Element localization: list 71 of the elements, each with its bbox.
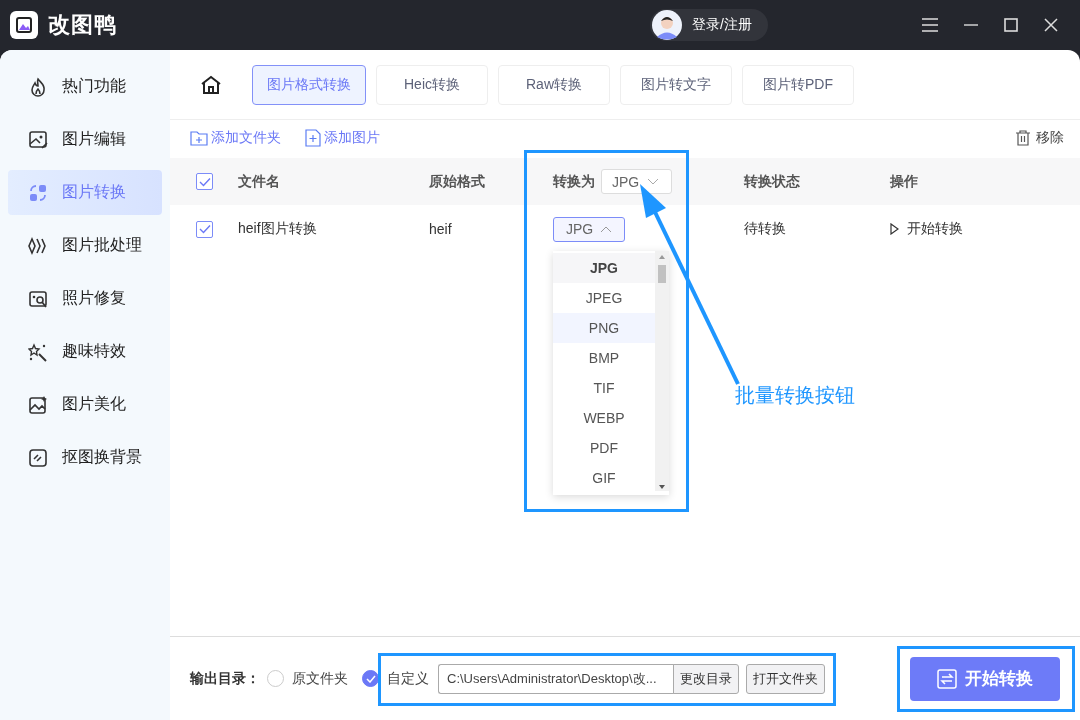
change-directory-button[interactable]: 更改目录 xyxy=(673,663,739,694)
path-field[interactable]: C:\Users\Administrator\Desktop\改... xyxy=(438,663,674,694)
tab[interactable]: 图片转PDF xyxy=(742,64,854,105)
dropdown-option[interactable]: TIF xyxy=(553,373,655,403)
column-header: 原始格式 xyxy=(429,172,486,191)
column-header: 文件名 xyxy=(238,172,281,191)
checkbox[interactable] xyxy=(196,220,213,238)
dropdown-option[interactable]: JPG xyxy=(553,253,655,283)
dropdown-option[interactable]: JPEG xyxy=(553,283,655,313)
sidebar-item[interactable]: 热门功能 xyxy=(8,64,162,109)
column-header: 转换状态 xyxy=(744,172,801,191)
add-image-button[interactable]: 添加图片 xyxy=(305,129,380,147)
format-select[interactable]: JPG xyxy=(553,216,625,242)
dropdown-option[interactable]: BMP xyxy=(553,343,655,373)
tab[interactable]: Raw转换 xyxy=(498,64,610,105)
trash-icon xyxy=(1016,130,1030,146)
sidebar-item[interactable]: 图片批处理 xyxy=(8,223,162,268)
check-icon xyxy=(365,674,376,683)
batch-format-select[interactable]: JPG xyxy=(601,169,672,194)
convert-icon xyxy=(28,182,48,203)
photo-repair-icon xyxy=(28,288,48,309)
image-edit-icon xyxy=(28,129,48,150)
chevron-down-icon xyxy=(647,178,659,185)
checkbox[interactable] xyxy=(196,173,213,190)
swap-icon xyxy=(937,668,957,689)
table-cell-text: 待转换 xyxy=(744,220,787,238)
tab[interactable]: 图片格式转换 xyxy=(252,64,366,105)
table-cell-text: heif图片转换 xyxy=(238,220,318,238)
dropdown-option[interactable]: WEBP xyxy=(553,403,655,433)
start-row-button[interactable]: 开始转换 xyxy=(890,220,963,238)
folder-plus-icon xyxy=(190,130,208,146)
tab[interactable]: Heic转换 xyxy=(376,64,488,105)
start-convert-button[interactable]: 开始转换 xyxy=(910,656,1060,701)
flame-icon xyxy=(28,76,48,97)
radio-label[interactable]: 原文件夹 xyxy=(292,669,348,688)
sidebar-item[interactable]: 抠图换背景 xyxy=(8,435,162,480)
file-plus-icon xyxy=(305,129,321,147)
sidebar-item[interactable]: 趣味特效 xyxy=(8,329,162,374)
sidebar-item[interactable]: 照片修复 xyxy=(8,276,162,321)
annotation-label: 批量转换按钮 xyxy=(735,383,855,408)
add-folder-button[interactable]: 添加文件夹 xyxy=(190,129,281,147)
magic-wand-icon xyxy=(28,341,48,362)
play-icon xyxy=(890,223,899,235)
tab[interactable]: 图片转文字 xyxy=(620,64,732,105)
dropdown-option[interactable]: PDF xyxy=(553,433,655,463)
avatar-icon xyxy=(652,10,682,40)
app-title: 改图鸭 xyxy=(48,11,117,39)
radio-label[interactable]: 自定义 xyxy=(387,669,429,688)
home-icon[interactable] xyxy=(200,74,222,95)
remove-button[interactable]: 移除 xyxy=(1016,129,1064,147)
menu-icon[interactable] xyxy=(922,18,938,32)
close-icon[interactable] xyxy=(1044,18,1058,32)
check-icon xyxy=(198,224,211,234)
layers-icon xyxy=(28,235,48,256)
dropdown-option[interactable]: GIF xyxy=(553,463,655,493)
image-sparkle-icon xyxy=(28,394,48,415)
dropdown-option[interactable]: PNG xyxy=(553,313,655,343)
column-header: 转换为 xyxy=(553,172,595,191)
table-cell-text: heif xyxy=(429,221,453,237)
login-button[interactable]: 登录/注册 xyxy=(650,9,768,41)
check-icon xyxy=(198,176,211,187)
sidebar-item[interactable]: 图片编辑 xyxy=(8,117,162,162)
output-label: 输出目录： xyxy=(190,669,260,688)
scrollbar[interactable] xyxy=(655,251,669,491)
maximize-icon[interactable] xyxy=(1004,18,1018,32)
app-logo-icon xyxy=(10,11,38,39)
sidebar-item[interactable]: 图片美化 xyxy=(8,382,162,427)
open-folder-button[interactable]: 打开文件夹 xyxy=(746,663,825,694)
column-header: 操作 xyxy=(890,172,918,191)
chevron-up-icon xyxy=(600,225,612,233)
cutout-icon xyxy=(28,447,48,468)
